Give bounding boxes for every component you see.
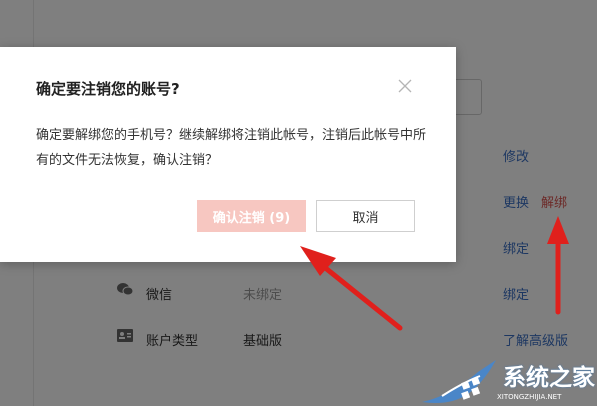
watermark-url: XITONGZHIJIA.NET xyxy=(497,393,562,401)
annotation-arrows xyxy=(300,216,569,331)
arrow-to-confirm-button xyxy=(300,246,403,331)
watermark-name: 系统之家 xyxy=(503,365,595,391)
arrow-to-unbind-link xyxy=(547,216,569,315)
